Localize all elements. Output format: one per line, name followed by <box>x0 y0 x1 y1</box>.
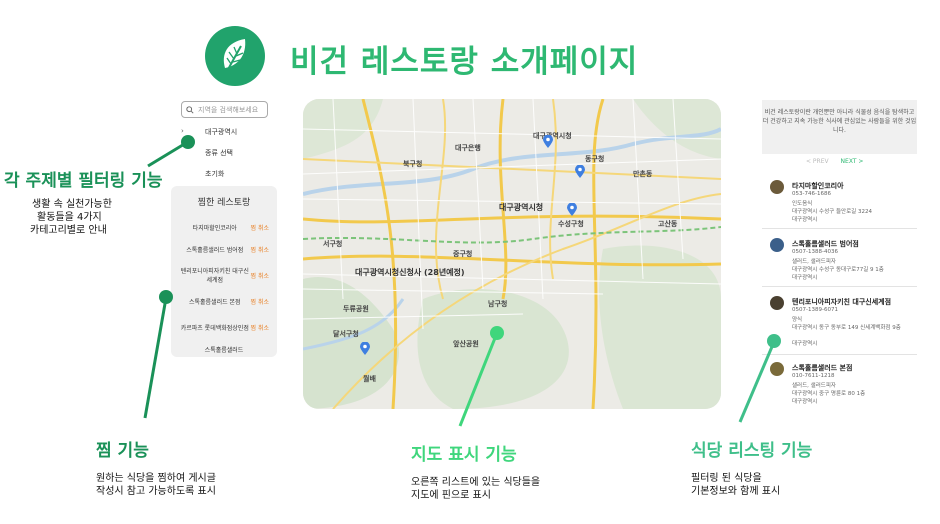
filter-feature-desc-2: 활동들을 4가지 <box>37 212 102 223</box>
region-select[interactable]: 대구광역시 <box>205 127 237 137</box>
chevron-right-icon: › <box>181 127 184 135</box>
restaurant-region: 대구광역시 <box>792 341 818 347</box>
restaurant-avatar <box>770 362 784 376</box>
divider <box>762 228 917 229</box>
favorites-panel: 찜한 레스토랑 타지마할인코리아 찜 취소 스톡홀름샐러드 범어점 찜 취소 텐… <box>171 186 277 357</box>
map-label: 앞산공원 <box>453 340 479 348</box>
restaurant-category: 샐러드, 샐러드피자 <box>792 383 836 389</box>
divider <box>762 354 917 355</box>
leaf-icon <box>223 39 246 74</box>
type-select[interactable]: 종류 선택 <box>205 148 233 158</box>
unfavorite-button[interactable]: 찜 취소 <box>251 272 269 281</box>
map-label: 수성구청 <box>558 220 584 228</box>
filter-feature-title: 각 주제별 필터링 기능 <box>4 171 163 191</box>
restaurant-avatar <box>770 296 784 310</box>
filter-feature-desc-3: 카테고리별로 안내 <box>30 225 107 236</box>
restaurant-category: 샐러드, 샐러드피자 <box>792 259 836 265</box>
unfavorite-button[interactable]: 찜 취소 <box>251 224 269 233</box>
reset-button[interactable]: 초기화 <box>205 169 224 179</box>
map-feature-desc-1: 오른쪽 리스트에 있는 식당들을 <box>411 477 541 488</box>
restaurant-phone: 010-7611-1218 <box>792 373 835 379</box>
restaurant-address: 대구광역시 중구 명륜로 80 1층 <box>792 391 866 397</box>
unfavorite-button[interactable]: 찜 취소 <box>251 246 269 255</box>
favorite-item: 타지마할인코리아 찜 취소 <box>171 217 277 239</box>
restaurant-avatar <box>770 238 784 252</box>
restaurant-name: 타지마할인코리아 <box>792 182 844 190</box>
unfavorite-button[interactable]: 찜 취소 <box>251 298 269 307</box>
map-label: 월배 <box>363 375 376 383</box>
vegan-info-box: 비건 레스토랑이란 개인뿐만 아니라 식물성 음식을 탐색하고 더 건강하고 지… <box>762 100 917 154</box>
favorite-item: 스톡홀름샐러드 본점 찜 취소 <box>171 291 277 313</box>
map-view[interactable]: 대구광역시청 대구광역시청신청사 (28년예정) 대구광역시청 동구청 수성구청… <box>303 99 721 409</box>
leaf-logo <box>205 26 265 86</box>
restaurant-region: 대구광역시 <box>792 275 818 281</box>
favorite-name: 타지마할인코리아 <box>192 224 237 232</box>
restaurant-phone: 053-746-1686 <box>792 191 831 197</box>
list-feature-desc-2: 기본정보와 함께 표시 <box>691 486 781 497</box>
favorite-item: 스톡홀름샐러드 범어점 찜 취소 <box>171 239 277 261</box>
restaurant-region: 대구광역시 <box>792 217 818 223</box>
search-placeholder: 지역을 검색해보세요 <box>198 105 259 114</box>
favorite-name: 스톡홀름샐러드 본점 <box>188 298 241 306</box>
map-marker <box>490 326 504 340</box>
map-label: 서구청 <box>323 240 343 248</box>
favorite-feature-desc-1: 원하는 식당을 찜하여 게시글 <box>96 473 216 484</box>
restaurant-category: 인도음식 <box>792 201 813 207</box>
restaurant-avatar <box>770 180 784 194</box>
map-pin-icon[interactable] <box>567 203 577 216</box>
favorite-feature-title: 찜 기능 <box>96 441 149 461</box>
map-label: 북구청 <box>403 160 423 168</box>
map-roads <box>303 99 721 409</box>
pagination: < PREV NEXT > <box>806 158 863 165</box>
map-feature-title: 지도 표시 기능 <box>411 445 517 465</box>
favorite-name: 텐리포니아피자키친 대구신세계점 <box>180 268 249 284</box>
favorite-name: 스톡홀름샐러드 범어점 <box>186 246 244 254</box>
list-feature-title: 식당 리스팅 기능 <box>691 441 813 461</box>
map-label: 동구청 <box>585 155 605 163</box>
map-label: 두류공원 <box>343 305 369 313</box>
favorite-name: 카르파츠 롯데백화점상인점 <box>180 324 249 332</box>
filter-marker <box>181 135 195 149</box>
restaurant-address: 대구광역시 수성구 들안로길 3224 <box>792 209 872 215</box>
favorite-marker <box>159 290 173 304</box>
list-feature-desc-1: 필터링 된 식당을 <box>691 473 762 484</box>
favorite-name: 스톡홀름샐러드 <box>204 346 244 354</box>
next-button[interactable]: NEXT > <box>841 158 864 165</box>
restaurant-name: 텐리포니아피자키친 대구신세계점 <box>792 298 892 306</box>
restaurant-name: 스톡홀름샐러드 범어점 <box>792 240 859 248</box>
favorite-item: 카르파츠 롯데백화점상인점 찜 취소 <box>171 313 277 343</box>
favorite-feature-desc-2: 작성시 참고 가능하도록 표시 <box>96 486 216 497</box>
map-pin-icon[interactable] <box>360 342 370 355</box>
map-pin-icon[interactable] <box>575 165 585 178</box>
map-label: 대구광역시청신청사 (28년예정) <box>355 268 465 277</box>
restaurant-region: 대구광역시 <box>792 399 818 405</box>
divider <box>762 286 917 287</box>
page-title: 비건 레스토랑 소개페이지 <box>290 44 639 80</box>
search-input[interactable]: 지역을 검색해보세요 <box>181 101 268 118</box>
map-label: 만촌동 <box>633 170 653 178</box>
unfavorite-button[interactable]: 찜 취소 <box>251 324 269 333</box>
restaurant-address: 대구광역시 동구 동부로 149 신세계백화점 9층 <box>792 325 901 331</box>
prev-button[interactable]: < PREV <box>806 158 829 165</box>
restaurant-phone: 0507-1388-4036 <box>792 249 838 255</box>
favorite-item: 텐리포니아피자키친 대구신세계점 찜 취소 <box>171 261 277 291</box>
restaurant-category: 양식 <box>792 317 803 323</box>
map-pin-icon[interactable] <box>543 135 553 148</box>
filter-feature-desc-1: 생활 속 실천가능한 <box>32 199 112 210</box>
map-feature-desc-2: 지도에 핀으로 표시 <box>411 490 491 501</box>
map-label: 중구청 <box>453 250 473 258</box>
list-marker <box>767 334 781 348</box>
map-label: 달서구청 <box>333 330 359 338</box>
restaurant-address: 대구광역시 수성구 동대구로77길 9 1층 <box>792 267 884 273</box>
favorites-title: 찜한 레스토랑 <box>197 198 251 208</box>
map-label: 고산동 <box>658 220 678 228</box>
map-label: 대구은행 <box>455 144 481 152</box>
map-label: 대구광역시청 <box>499 203 544 212</box>
map-label: 남구청 <box>488 300 508 308</box>
restaurant-name: 스톡홀름샐러드 본점 <box>792 364 853 372</box>
favorite-item: 스톡홀름샐러드 <box>171 343 277 357</box>
search-icon <box>186 105 194 114</box>
restaurant-phone: 0507-1389-6071 <box>792 307 838 313</box>
